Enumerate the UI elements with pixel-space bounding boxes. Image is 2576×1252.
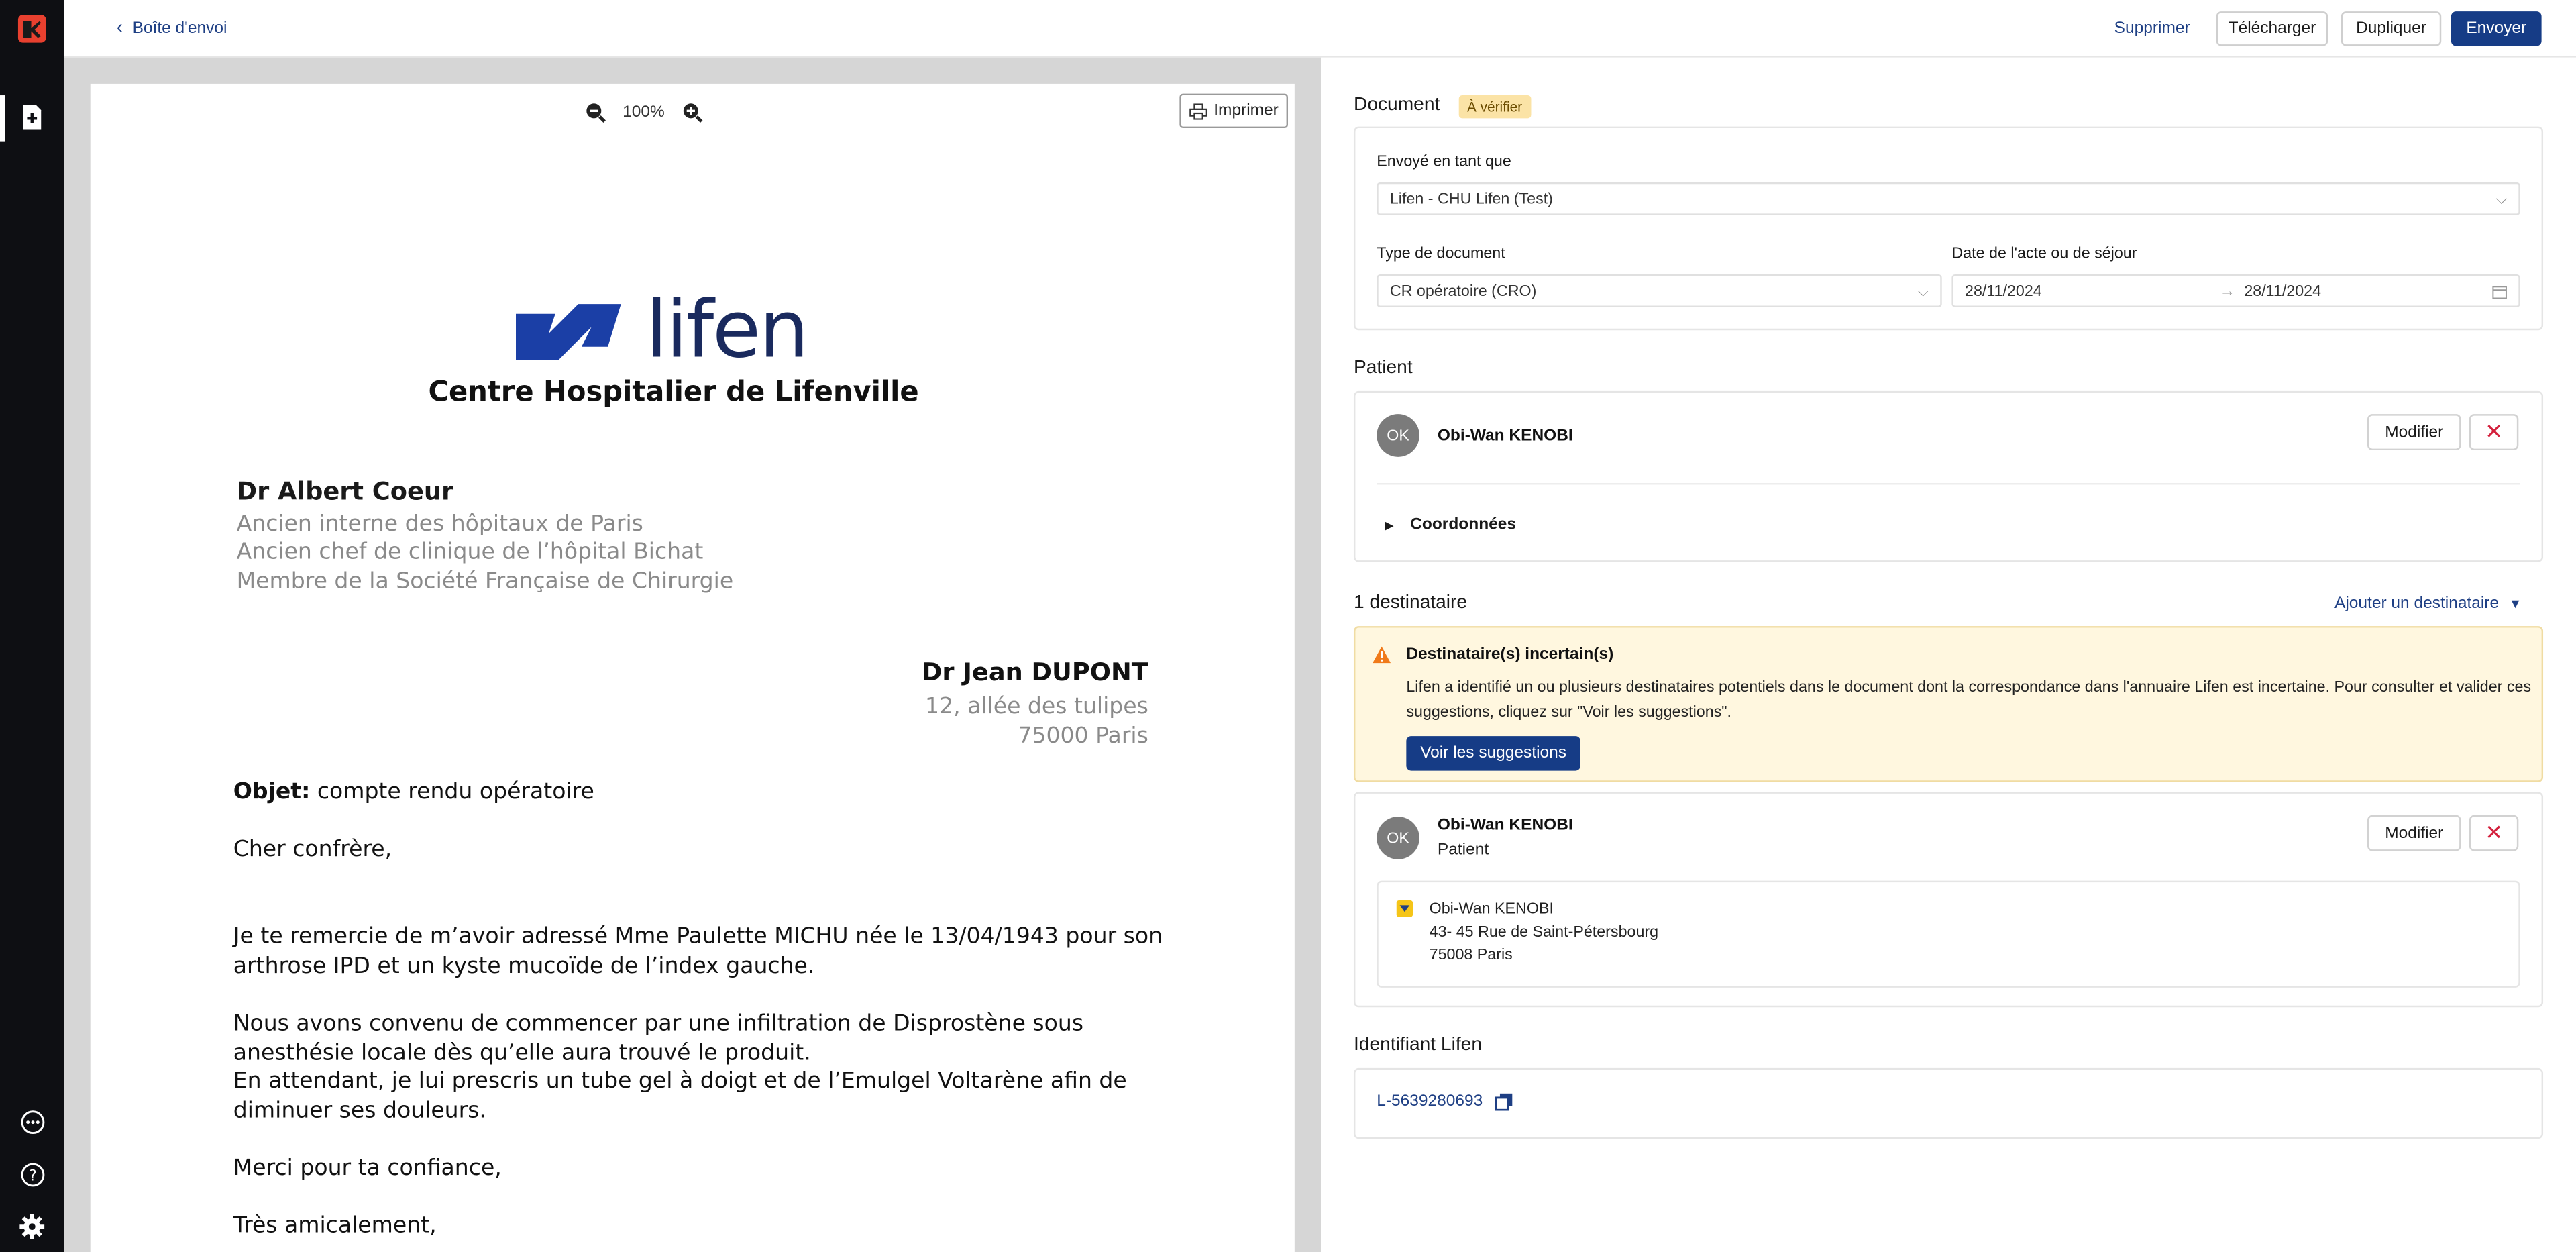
date-range-picker[interactable]: 28/11/2024 → 28/11/2024 xyxy=(1951,274,2520,307)
modify-recipient-button[interactable]: Modifier xyxy=(2367,815,2461,851)
zoom-in-icon[interactable] xyxy=(681,100,704,123)
details-panel: Document À vérifier Envoyé en tant que L… xyxy=(1320,57,2576,1252)
postal-address-box: Obi-Wan KENOBI 43- 45 Rue de Saint-Péter… xyxy=(1377,880,2520,988)
recipients-section-title: 1 destinataire xyxy=(1353,593,1468,613)
calendar-icon xyxy=(2492,286,2507,299)
uncertain-recipients-alert: Destinataire(s) incertain(s) Lifen a ide… xyxy=(1353,626,2544,782)
subject-text: compte rendu opératoire xyxy=(310,778,594,806)
warning-icon xyxy=(1373,646,1391,664)
caret-right-icon: ▶ xyxy=(1385,520,1394,532)
patient-section-title: Patient xyxy=(1353,358,1413,378)
paragraph: Nous avons convenu de commencer par une … xyxy=(233,1010,1084,1066)
sender-name: Dr Albert Coeur xyxy=(236,476,454,507)
sender-line: Ancien chef de clinique de l’hôpital Bic… xyxy=(236,539,704,566)
add-recipient-label: Ajouter un destinataire xyxy=(2334,594,2500,613)
patient-name: Obi-Wan KENOBI xyxy=(1437,427,1573,446)
divider xyxy=(1377,483,2520,485)
doc-type-label: Type de document xyxy=(1377,244,1505,263)
date-to[interactable]: 28/11/2024 xyxy=(2244,282,2321,300)
remove-recipient-close-icon[interactable]: ✕ xyxy=(2469,815,2519,851)
identifier-section-title: Identifiant Lifen xyxy=(1353,1035,1483,1055)
coordinates-label: Coordonnées xyxy=(1410,515,1517,534)
sent-as-select[interactable]: Lifen - CHU Lifen (Test) ⌵ xyxy=(1377,182,2520,215)
recipient-city: 75000 Paris xyxy=(1018,723,1148,749)
address-name: Obi-Wan KENOBI xyxy=(1429,900,1554,919)
arrow-right-icon: → xyxy=(2219,282,2235,300)
avatar: OK xyxy=(1377,414,1419,457)
document-card: Envoyé en tant que Lifen - CHU Lifen (Te… xyxy=(1353,126,2544,331)
patient-card: OK Obi-Wan KENOBI Modifier ✕ ▶ Coordonné… xyxy=(1353,390,2544,562)
sender-line: Ancien interne des hôpitaux de Paris xyxy=(236,511,643,537)
avatar: OK xyxy=(1377,817,1419,859)
recipient-card: OK Obi-Wan KENOBI Patient Modifier ✕ Obi… xyxy=(1353,792,2544,1008)
remove-patient-close-icon[interactable]: ✕ xyxy=(2469,414,2519,451)
subject-line: Objet: compte rendu opératoire xyxy=(233,779,1186,808)
new-document-icon[interactable] xyxy=(16,102,48,134)
logo-wordmark: lifen xyxy=(645,284,809,376)
download-button[interactable]: Télécharger xyxy=(2216,11,2328,46)
identifier-row: L-5639280693 xyxy=(1377,1093,1512,1111)
active-indicator xyxy=(0,95,5,142)
recipient-role: Patient xyxy=(1437,841,1489,859)
doc-type-value: CR opératoire (CRO) xyxy=(1389,282,1537,300)
top-bar: ‹ Boîte d'envoi Supprimer Télécharger Du… xyxy=(64,0,2576,58)
paragraph: Je te remercie de m’avoir adressé Mme Pa… xyxy=(233,923,1163,979)
recipient-street: 12, allée des tulipes xyxy=(925,693,1148,720)
duplicate-button[interactable]: Dupliquer xyxy=(2341,11,2442,46)
print-label: Imprimer xyxy=(1214,101,1279,120)
greeting: Cher confrère, xyxy=(233,836,392,863)
back-label: Boîte d'envoi xyxy=(132,19,227,38)
hospital-name: Centre Hospitalier de Lifenville xyxy=(428,376,919,409)
thanks-line: Merci pour ta confiance, xyxy=(233,1155,502,1182)
status-badge: À vérifier xyxy=(1458,95,1531,119)
zoom-level: 100% xyxy=(623,103,665,121)
copy-icon[interactable] xyxy=(1494,1093,1512,1111)
alert-title: Destinataire(s) incertain(s) xyxy=(1406,645,1614,664)
chevron-down-icon: ⌵ xyxy=(2496,191,2508,207)
left-nav-rail: ? xyxy=(0,0,64,1252)
sent-as-label: Envoyé en tant que xyxy=(1377,152,1511,171)
doc-type-select[interactable]: CR opératoire (CRO) ⌵ xyxy=(1377,274,1942,307)
identifier-card: L-5639280693 xyxy=(1353,1067,2544,1139)
help-icon[interactable]: ? xyxy=(16,1159,48,1190)
document-page: 100% Imprimer lifen Centre Hospitalier d… xyxy=(90,83,1295,1252)
zoom-controls: 100% xyxy=(583,100,704,123)
chat-icon[interactable] xyxy=(16,1106,48,1137)
date-from[interactable]: 28/11/2024 xyxy=(1965,282,2042,300)
chevron-down-icon: ⌵ xyxy=(1917,282,1929,299)
document-viewer: 100% Imprimer lifen Centre Hospitalier d… xyxy=(64,57,1321,1252)
print-button[interactable]: Imprimer xyxy=(1179,93,1289,129)
caret-down-icon: ▼ xyxy=(2508,596,2522,612)
back-to-outbox-link[interactable]: ‹ Boîte d'envoi xyxy=(117,18,227,38)
address-city: 75008 Paris xyxy=(1429,946,1513,965)
sender-line: Membre de la Société Française de Chirur… xyxy=(236,568,734,595)
sent-as-value: Lifen - CHU Lifen (Test) xyxy=(1389,189,1553,208)
date-label: Date de l'acte ou de séjour xyxy=(1951,244,2137,263)
alert-text: Lifen a identifié un ou plusieurs destin… xyxy=(1406,678,2532,721)
chevron-left-icon: ‹ xyxy=(116,17,123,38)
printer-icon xyxy=(1189,103,1208,119)
closing-line: Très amicalement, xyxy=(233,1212,437,1239)
paragraph: En attendant, je lui prescris un tube ge… xyxy=(233,1067,1127,1123)
modify-patient-button[interactable]: Modifier xyxy=(2367,414,2461,451)
address-street: 43- 45 Rue de Saint-Pétersbourg xyxy=(1429,923,1659,942)
recipient-name: Obi-Wan KENOBI xyxy=(1437,817,1573,835)
postal-mail-icon xyxy=(1396,900,1413,917)
zoom-out-icon[interactable] xyxy=(583,100,606,123)
view-suggestions-button[interactable]: Voir les suggestions xyxy=(1406,736,1580,771)
delete-button[interactable]: Supprimer xyxy=(2101,11,2203,46)
send-button[interactable]: Envoyer xyxy=(2451,11,2542,46)
add-recipient-dropdown[interactable]: Ajouter un destinataire ▼ xyxy=(2334,595,2522,613)
subject-label: Objet: xyxy=(233,778,311,806)
settings-gear-icon[interactable] xyxy=(16,1211,48,1243)
coordinates-toggle[interactable]: ▶ Coordonnées xyxy=(1385,516,1517,534)
recipient-name: Dr Jean DUPONT xyxy=(921,657,1148,687)
identifier-value[interactable]: L-5639280693 xyxy=(1377,1093,1483,1111)
document-section-title: Document xyxy=(1353,95,1440,115)
lifen-logo-icon[interactable] xyxy=(17,15,46,43)
svg-text:?: ? xyxy=(28,1167,36,1184)
